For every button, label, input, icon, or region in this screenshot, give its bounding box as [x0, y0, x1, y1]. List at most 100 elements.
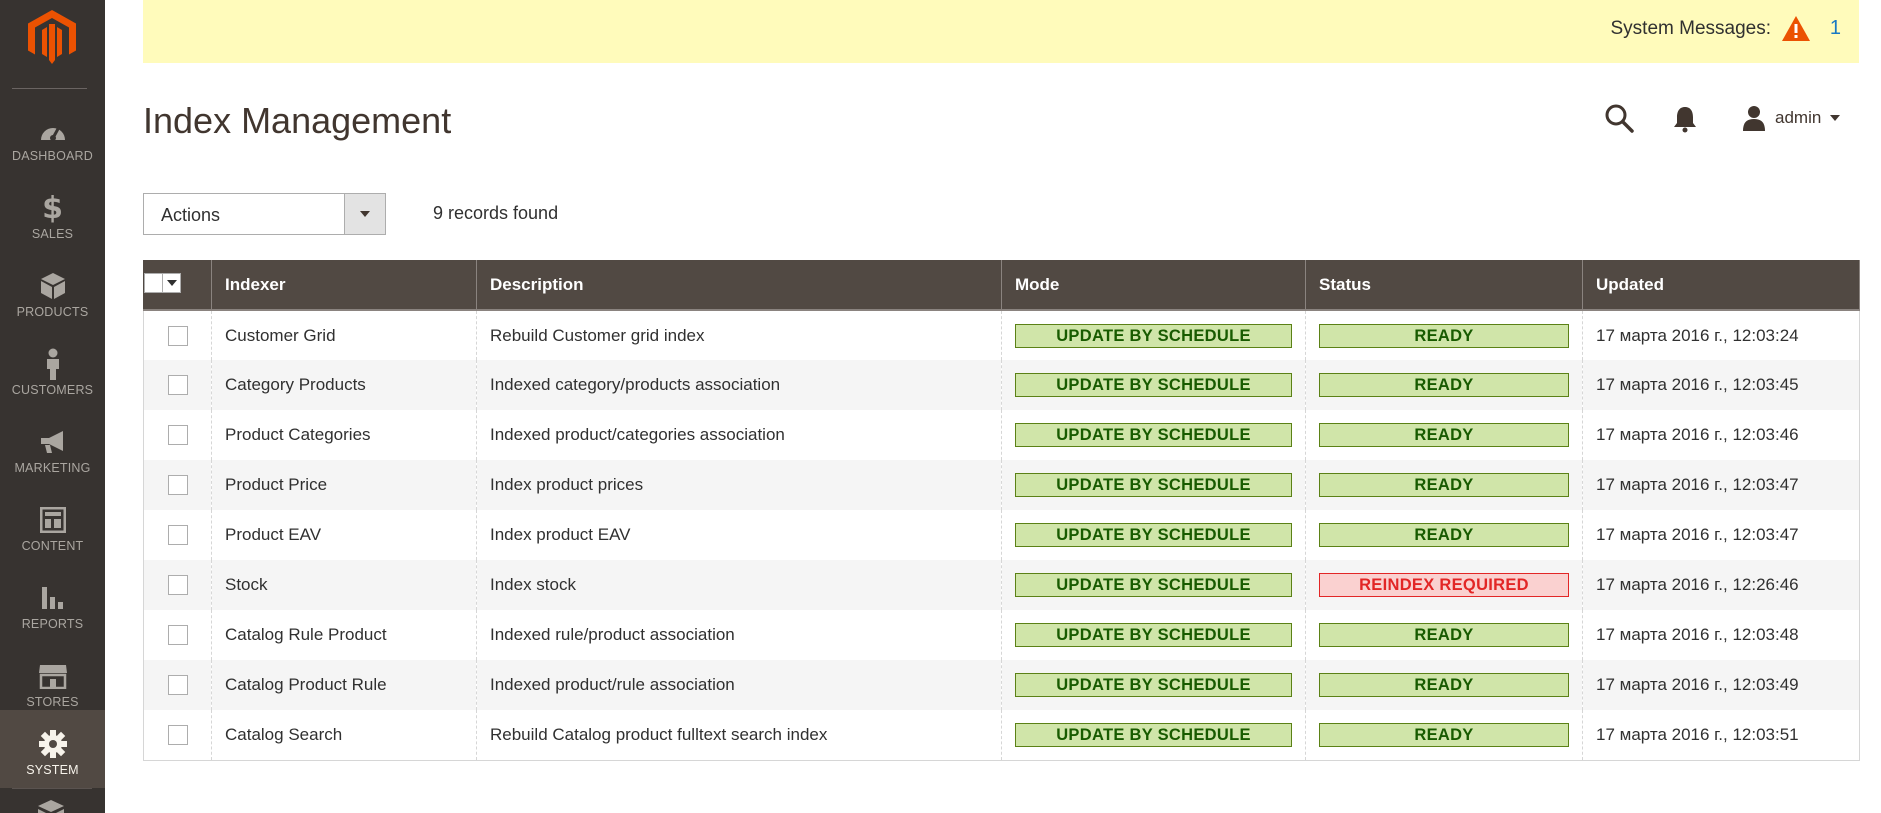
search-icon[interactable] — [1604, 103, 1634, 133]
cell-indexer: Product EAV — [211, 510, 477, 560]
table-row[interactable]: Customer Grid Rebuild Customer grid index… — [143, 310, 1860, 360]
mass-select-checkbox[interactable] — [144, 272, 181, 293]
system-messages-label: System Messages: — [1610, 18, 1772, 39]
row-checkbox[interactable] — [167, 475, 188, 496]
cell-description: Rebuild Catalog product fulltext search … — [476, 710, 1002, 761]
table-row[interactable]: Stock Index stock UPDATE BY SCHEDULE REINDE… — [143, 560, 1860, 610]
cell-status: REINDEX REQUIRED — [1305, 560, 1583, 610]
system-messages-count[interactable]: 1 — [1830, 17, 1841, 40]
page-title: Index Management — [143, 100, 452, 141]
table-row[interactable]: Product Price Index product prices UPDATE … — [143, 460, 1860, 510]
user-icon — [1743, 106, 1765, 131]
actions-dropdown[interactable]: Actions — [143, 193, 386, 235]
row-select-cell — [143, 510, 212, 560]
dashboard-icon — [40, 126, 65, 141]
column-header-indexer[interactable]: Indexer — [211, 260, 477, 310]
status-badge: READY — [1319, 623, 1569, 647]
column-header-updated[interactable]: Updated — [1582, 260, 1860, 310]
status-badge: READY — [1319, 673, 1569, 697]
nav-content[interactable]: CONTENT — [0, 486, 105, 564]
nav-products[interactable]: PRODUCTS — [0, 252, 105, 330]
row-checkbox[interactable] — [167, 675, 188, 696]
nav-reports[interactable]: REPORTS — [0, 564, 105, 642]
row-checkbox[interactable] — [167, 725, 188, 745]
cell-status: READY — [1305, 410, 1583, 460]
cell-description: Indexed category/products association — [476, 360, 1002, 410]
chevron-down-icon — [1830, 115, 1841, 121]
table-row[interactable]: Catalog Search Rebuild Catalog product fu… — [143, 710, 1860, 761]
user-name: admin — [1775, 108, 1822, 127]
chevron-down-icon — [167, 279, 177, 286]
mode-badge: UPDATE BY SCHEDULE — [1015, 373, 1292, 397]
nav-sales[interactable]: $ SALES — [0, 174, 105, 252]
status-badge: READY — [1319, 722, 1569, 747]
cell-mode: UPDATE BY SCHEDULE — [1001, 660, 1306, 710]
row-checkbox[interactable] — [167, 525, 188, 546]
grid-header-row: Indexer Description Mode Status Updated — [143, 260, 1860, 310]
cell-indexer: Product Categories — [211, 410, 477, 460]
chevron-down-icon[interactable] — [344, 194, 385, 234]
cell-updated: 17 марта 2016 г., 12:26:46 — [1582, 560, 1860, 610]
bar-chart-icon — [41, 587, 63, 609]
nav-marketing[interactable]: MARKETING — [0, 408, 105, 486]
magento-logo[interactable] — [28, 10, 76, 64]
column-header-mode[interactable]: Mode — [1001, 260, 1306, 310]
mode-badge: UPDATE BY SCHEDULE — [1015, 623, 1292, 647]
cell-indexer: Product Price — [211, 460, 477, 510]
row-checkbox[interactable] — [167, 325, 188, 346]
cell-description: Indexed product/rule association — [476, 660, 1002, 710]
status-badge: READY — [1319, 373, 1569, 397]
gear-icon — [38, 730, 67, 758]
layout-icon — [39, 507, 66, 533]
row-select-cell — [143, 460, 212, 510]
row-select-cell — [143, 660, 212, 710]
cell-status: READY — [1305, 660, 1583, 710]
nav-dashboard[interactable]: DASHBOARD — [0, 96, 105, 174]
row-checkbox[interactable] — [167, 425, 188, 446]
table-row[interactable]: Product Categories Indexed product/catego… — [143, 410, 1860, 460]
nav-label: SYSTEM — [26, 763, 79, 777]
status-badge: READY — [1319, 473, 1569, 497]
cell-indexer: Stock — [211, 560, 477, 610]
row-select-cell — [143, 610, 212, 660]
cell-description: Indexed product/categories association — [476, 410, 1002, 460]
nav-customers[interactable]: CUSTOMERS — [0, 330, 105, 408]
row-checkbox[interactable] — [167, 575, 188, 596]
cell-status: READY — [1305, 510, 1583, 560]
nav-stores[interactable]: STORES — [0, 642, 105, 720]
dollar-icon: $ — [42, 190, 63, 226]
cell-status: READY — [1305, 460, 1583, 510]
table-row[interactable]: Catalog Rule Product Indexed rule/product… — [143, 610, 1860, 660]
mode-badge: UPDATE BY SCHEDULE — [1015, 523, 1292, 547]
row-checkbox[interactable] — [167, 625, 188, 646]
cell-mode: UPDATE BY SCHEDULE — [1001, 360, 1306, 410]
warning-icon[interactable] — [1781, 15, 1811, 42]
nav-system[interactable]: SYSTEM — [0, 710, 105, 788]
nav-label: MARKETING — [14, 461, 91, 475]
row-select-cell — [143, 360, 212, 410]
mode-badge: UPDATE BY SCHEDULE — [1015, 573, 1292, 597]
mode-badge: UPDATE BY SCHEDULE — [1015, 323, 1292, 348]
cell-indexer: Category Products — [211, 360, 477, 410]
indexer-grid: Indexer Description Mode Status Updated … — [143, 260, 1860, 761]
store-icon — [38, 665, 67, 689]
table-row[interactable]: Catalog Product Rule Indexed product/rule… — [143, 660, 1860, 710]
cell-indexer: Customer Grid — [211, 310, 477, 360]
column-header-status[interactable]: Status — [1305, 260, 1583, 310]
user-menu[interactable]: admin — [1742, 103, 1841, 133]
nav-label: SALES — [31, 227, 74, 241]
more-nav-icon[interactable] — [36, 798, 66, 813]
bell-icon[interactable] — [1672, 105, 1698, 133]
records-found: 9 records found — [433, 203, 559, 223]
table-row[interactable]: Category Products Indexed category/produc… — [143, 360, 1860, 410]
row-select-cell — [143, 560, 212, 610]
table-row[interactable]: Product EAV Index product EAV UPDATE BY SC… — [143, 510, 1860, 560]
row-select-cell — [143, 310, 212, 360]
cell-description: Index product EAV — [476, 510, 1002, 560]
row-checkbox[interactable] — [167, 375, 188, 396]
cell-updated: 17 марта 2016 г., 12:03:45 — [1582, 360, 1860, 410]
nav-label: STORES — [26, 695, 79, 709]
column-header-description[interactable]: Description — [476, 260, 1002, 310]
mode-badge: UPDATE BY SCHEDULE — [1015, 722, 1292, 747]
status-badge: READY — [1319, 423, 1569, 447]
